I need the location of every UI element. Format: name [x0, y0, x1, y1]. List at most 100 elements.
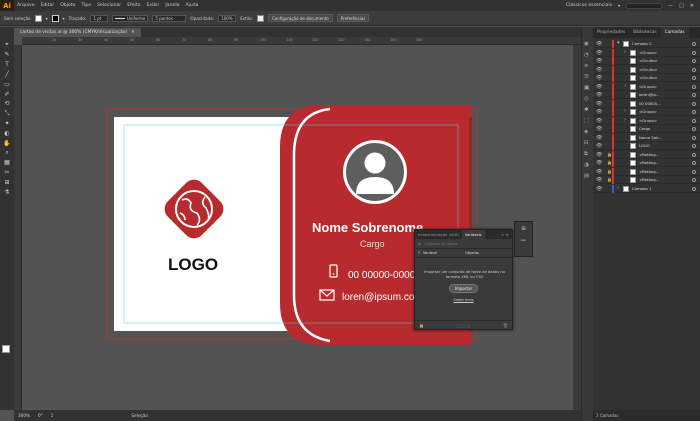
- maximize-button[interactable]: □: [679, 3, 684, 9]
- stroke-profile-select[interactable]: Uniforme: [112, 14, 149, 22]
- visibility-eye-icon[interactable]: 👁: [596, 75, 602, 81]
- close-icon[interactable]: ✕: [131, 30, 135, 35]
- brush-select[interactable]: 5 pontos ·: [152, 14, 187, 22]
- layer-row[interactable]: 👁 00 00000...: [593, 99, 700, 108]
- layer-row[interactable]: 👁 › <Grupo>: [593, 82, 700, 91]
- visibility-eye-icon[interactable]: 👁: [596, 126, 602, 132]
- scale-tool-icon[interactable]: ⤡: [2, 110, 12, 118]
- visibility-eye-icon[interactable]: 👁: [596, 160, 602, 166]
- line-tool-icon[interactable]: ╱: [2, 70, 12, 78]
- chart-tool-icon[interactable]: ▦: [2, 159, 12, 167]
- artboard-nav[interactable]: 1: [51, 413, 54, 418]
- dock-panel-icon[interactable]: ≋: [584, 63, 589, 69]
- expand-chevron-icon[interactable]: ›: [624, 49, 626, 55]
- dock-panel-icon[interactable]: ⊟: [584, 140, 589, 146]
- fill-swatch[interactable]: [34, 14, 42, 22]
- layer-row[interactable]: 👁 <Oculto>: [593, 65, 700, 74]
- tab-variables[interactable]: Variáveis: [461, 230, 485, 239]
- column-objects[interactable]: Objetos: [465, 251, 479, 255]
- menu-tipo[interactable]: Tipo: [78, 3, 94, 8]
- menu-objeto[interactable]: Objeto: [57, 3, 78, 8]
- expand-chevron-icon[interactable]: ›: [624, 83, 626, 89]
- dock-panel-icon[interactable]: ▤: [584, 173, 589, 179]
- visibility-eye-icon[interactable]: 👁: [596, 152, 602, 158]
- visibility-eye-icon[interactable]: 👁: [596, 135, 602, 141]
- shape-builder-icon[interactable]: ✦: [2, 119, 12, 127]
- chevron-down-icon[interactable]: ▾: [46, 16, 48, 21]
- visibility-eye-icon[interactable]: 👁: [596, 169, 602, 175]
- layer-row[interactable]: 👁 LOGO: [593, 142, 700, 150]
- visibility-eye-icon[interactable]: 👁: [596, 84, 602, 90]
- target-circle-icon[interactable]: [692, 118, 696, 123]
- layer-row[interactable]: 👁 <Oculto>: [593, 57, 700, 65]
- import-button[interactable]: Importar: [448, 284, 479, 293]
- menu-ajuda[interactable]: Ajuda: [182, 3, 201, 8]
- preferences-button[interactable]: Preferências: [336, 14, 370, 22]
- trash-icon[interactable]: 🗑: [503, 323, 508, 328]
- canvas[interactable]: LOGO Nome Sobrenome Cargo 00 00000-0000 …: [22, 45, 581, 410]
- stroke-swatch[interactable]: [51, 14, 59, 22]
- type-tool-icon[interactable]: T: [2, 61, 12, 69]
- menu-exibir[interactable]: Exibir: [143, 3, 162, 8]
- column-variable[interactable]: Variável: [423, 251, 465, 255]
- layer-row[interactable]: 👁 🔒 <Retâng...: [593, 176, 700, 184]
- stroke-weight-field[interactable]: 1 pt: [90, 14, 109, 22]
- visibility-eye-icon[interactable]: 👁: [596, 50, 602, 56]
- menu-selecionar[interactable]: Selecionar: [94, 3, 124, 8]
- dock-panel-icon[interactable]: ✱: [584, 107, 589, 113]
- menu-editar[interactable]: Editar: [38, 3, 58, 8]
- vertical-scrollbar[interactable]: [573, 45, 581, 410]
- visibility-eye-icon[interactable]: 👁: [596, 118, 602, 124]
- expand-chevron-icon[interactable]: ›: [617, 185, 619, 191]
- fill-stroke-swatch[interactable]: [2, 345, 10, 353]
- expand-chevron-icon[interactable]: ›: [624, 117, 626, 123]
- target-circle-icon[interactable]: [692, 169, 696, 174]
- target-circle-icon[interactable]: [692, 161, 696, 165]
- target-circle-icon[interactable]: [692, 67, 696, 72]
- dock-panel-icon[interactable]: ◈: [584, 129, 588, 135]
- layer-row[interactable]: 👁 Nome Sob...: [593, 133, 700, 142]
- tab-properties[interactable]: Propriedades: [593, 27, 629, 38]
- learn-more-link[interactable]: Saiba mais: [415, 298, 512, 302]
- target-circle-icon[interactable]: [692, 50, 696, 55]
- visibility-eye-icon[interactable]: 👁: [596, 41, 602, 47]
- visibility-eye-icon[interactable]: 👁: [596, 109, 602, 115]
- capture-icon[interactable]: ⬚ ⬚ ⬚: [457, 323, 471, 328]
- layer-row[interactable]: 👁 › <Grupo>: [593, 48, 700, 57]
- layer-row[interactable]: 👁 › <Grupo>: [593, 108, 700, 116]
- document-tab[interactable]: cartao de visitas.ai @ 300% (CMYK/Visual…: [14, 28, 141, 37]
- target-circle-icon[interactable]: [692, 93, 696, 97]
- opacity-field[interactable]: 100%: [218, 14, 237, 22]
- target-circle-icon[interactable]: [692, 59, 696, 63]
- dock-panel-icon[interactable]: ◔: [584, 52, 589, 58]
- layer-row[interactable]: 👁 <Oculto>: [593, 74, 700, 82]
- chevron-down-icon[interactable]: ▾: [618, 3, 620, 8]
- visibility-eye-icon[interactable]: 👁: [596, 143, 602, 149]
- expand-chevron-icon[interactable]: ▾: [617, 40, 620, 46]
- panel-menu-icon[interactable]: ≡: [506, 232, 512, 237]
- minimize-button[interactable]: —: [668, 3, 673, 9]
- tab-layers[interactable]: Camadas: [660, 27, 689, 38]
- dock-panel-icon[interactable]: ◎: [584, 96, 589, 102]
- target-circle-icon[interactable]: [692, 42, 696, 46]
- menu-arquivo[interactable]: Arquivo: [14, 3, 38, 8]
- expand-chevron-icon[interactable]: ›: [624, 108, 626, 114]
- menu-janela[interactable]: Janela: [162, 3, 182, 8]
- rotate-tool-icon[interactable]: ⟲: [2, 100, 12, 108]
- link-icon[interactable]: ⚯: [515, 238, 532, 244]
- help-search-input[interactable]: [626, 2, 663, 9]
- target-circle-icon[interactable]: [692, 84, 696, 89]
- target-circle-icon[interactable]: [692, 186, 696, 191]
- rectangle-tool-icon[interactable]: ▭: [2, 80, 12, 88]
- pencil-tool-icon[interactable]: ✐: [2, 90, 12, 98]
- visibility-eye-icon[interactable]: 👁: [596, 92, 602, 98]
- layer-row[interactable]: 👁 › Camada 1: [593, 184, 700, 193]
- dock-panel-icon[interactable]: ▣: [584, 85, 589, 91]
- target-circle-icon[interactable]: [692, 101, 696, 106]
- layer-row[interactable]: 👁 › <Grupo>: [593, 116, 700, 125]
- document-setup-button[interactable]: Configuração de documento: [267, 14, 333, 22]
- chevron-down-icon[interactable]: ▾: [63, 16, 65, 21]
- workspace-switcher[interactable]: Clássicos essenciais: [566, 3, 612, 8]
- gradient-tool-icon[interactable]: ◐: [2, 129, 12, 137]
- target-circle-icon[interactable]: [692, 76, 696, 80]
